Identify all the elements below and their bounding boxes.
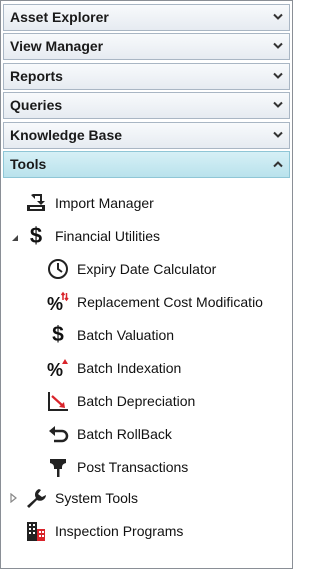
tree-item-batch-rollback[interactable]: Batch RollBack	[47, 421, 172, 447]
tree-item-label: Expiry Date Calculator	[77, 261, 217, 277]
tree-item-batch-indexation[interactable]: % Batch Indexation	[47, 355, 181, 381]
tree-item-label: System Tools	[55, 490, 138, 506]
tree-item-label: Inspection Programs	[55, 523, 184, 539]
tree-item-replacement-cost[interactable]: % Replacement Cost Modificatio	[47, 289, 263, 315]
tree-item-label: Batch Indexation	[77, 360, 182, 376]
chevron-down-icon	[273, 131, 283, 138]
chevron-down-icon	[273, 72, 283, 79]
tree-item-batch-valuation[interactable]: $ Batch Valuation	[47, 322, 174, 348]
tree-item-label: Import Manager	[55, 195, 154, 211]
percent-up-icon: %	[47, 357, 69, 379]
wrench-icon	[25, 487, 47, 509]
accordion-header-knowledge-base[interactable]: Knowledge Base	[3, 121, 290, 149]
tree-item-label: Financial Utilities	[55, 228, 161, 244]
accordion-header-tools[interactable]: Tools	[3, 150, 290, 178]
depreciation-chart-icon	[47, 390, 69, 412]
clock-icon	[47, 258, 69, 280]
tree-item-import-manager[interactable]: Import Manager	[25, 190, 154, 216]
tree-item-label: Batch RollBack	[77, 426, 172, 442]
dollar-icon: $	[52, 323, 64, 346]
tools-panel: Asset Explorer View Manager Reports Quer…	[0, 0, 293, 569]
accordion-header-label: Queries	[10, 97, 63, 114]
navigation-accordion: Asset Explorer View Manager Reports Quer…	[3, 4, 290, 180]
expanded-triangle-icon[interactable]	[10, 233, 20, 243]
chevron-down-icon	[273, 101, 283, 109]
tree-item-expiry-date-calculator[interactable]: Expiry Date Calculator	[47, 256, 216, 282]
accordion-header-label: View Manager	[10, 38, 104, 55]
accordion-header-label: Tools	[10, 155, 47, 172]
chevron-up-icon	[273, 161, 283, 168]
thumbtack-icon	[47, 456, 69, 478]
tree-item-post-transactions[interactable]: Post Transactions	[47, 454, 188, 480]
tree-item-system-tools[interactable]: System Tools	[25, 485, 138, 511]
accordion-header-label: Asset Explorer	[10, 9, 109, 25]
chevron-down-icon	[273, 43, 283, 50]
tree-item-financial-utilities[interactable]: $ Financial Utilities	[25, 223, 160, 249]
dollar-icon: $	[29, 223, 43, 248]
accordion-header-label: Knowledge Base	[10, 126, 123, 143]
accordion-header-reports[interactable]: Reports	[3, 62, 290, 90]
accordion-header-queries[interactable]: Queries	[3, 92, 290, 120]
svg-text:%: %	[47, 360, 63, 379]
tree-item-label: Replacement Cost Modificatio	[77, 294, 263, 310]
chevron-down-icon	[273, 13, 283, 20]
accordion-header-asset-explorer[interactable]: Asset Explorer	[3, 4, 290, 31]
import-icon	[25, 192, 47, 214]
percent-updown-icon: %	[47, 291, 69, 313]
collapsed-triangle-icon[interactable]	[9, 493, 19, 503]
undo-icon	[47, 423, 69, 445]
tree-item-label: Batch Depreciation	[77, 393, 196, 409]
tree-item-label: Post Transactions	[77, 459, 189, 475]
svg-text:%: %	[47, 294, 63, 313]
tree-item-inspection-programs[interactable]: Inspection Programs	[25, 518, 183, 544]
building-icon	[25, 520, 47, 542]
accordion-header-view-manager[interactable]: View Manager	[3, 33, 290, 61]
tree-item-label: Batch Valuation	[77, 327, 175, 343]
accordion-header-label: Reports	[10, 67, 63, 84]
tree-item-batch-depreciation[interactable]: Batch Depreciation	[47, 388, 195, 414]
